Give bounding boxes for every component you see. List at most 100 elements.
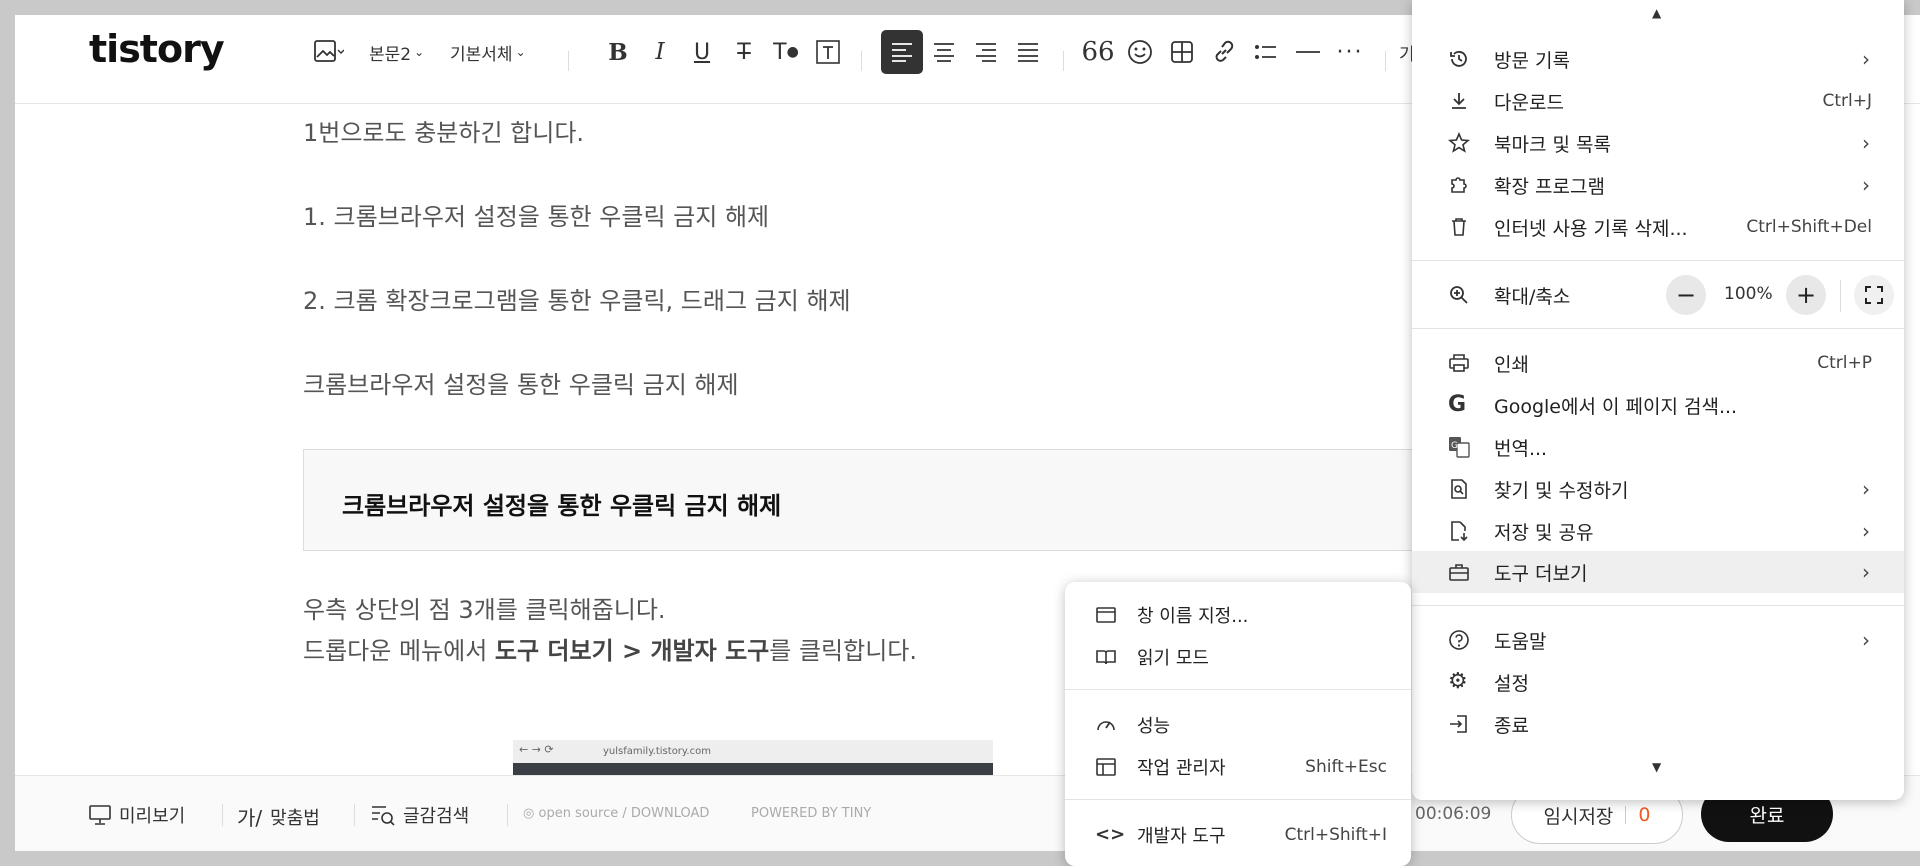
content-line: 1. 크롬브라우저 설정을 통한 우클릭 금지 해제: [303, 203, 770, 231]
browser-menu: ▲ 방문 기록 › 다운로드 Ctrl+J 북마크 및 목록 › 확장 프로그램…: [1412, 0, 1904, 800]
address-text: yulsfamily.tistory.com: [603, 746, 711, 757]
menu-label: 개발자 도구: [1137, 826, 1226, 847]
preview-label: 미리보기: [119, 806, 186, 827]
save-page-icon: [1451, 521, 1468, 542]
menu-item-save-share[interactable]: 저장 및 공유 ›: [1412, 510, 1904, 552]
help-icon: [1449, 630, 1469, 650]
menu-item-bookmarks[interactable]: 북마크 및 목록 ›: [1412, 122, 1904, 164]
menu-label: 작업 관리자: [1137, 758, 1226, 779]
toolbox-icon: [1449, 564, 1469, 581]
menu-label: 도구 더보기: [1494, 562, 1588, 585]
submenu-item-reading-mode[interactable]: 읽기 모드: [1065, 636, 1411, 678]
book-icon: [1096, 650, 1116, 665]
submenu-item-dev-tools[interactable]: <> 개발자 도구 Ctrl+Shift+I: [1065, 814, 1411, 856]
menu-item-google-search[interactable]: G Google에서 이 페이지 검색...: [1412, 384, 1904, 426]
scroll-up-icon[interactable]: ▲: [1652, 6, 1661, 20]
strikethrough-icon[interactable]: T: [727, 35, 761, 69]
align-left-icon[interactable]: [881, 30, 923, 74]
underline-icon[interactable]: U: [685, 35, 719, 69]
tistory-logo[interactable]: tistory: [89, 27, 225, 71]
spellcheck-label: 맞춤법: [270, 807, 320, 829]
menu-label: 도움말: [1494, 630, 1547, 653]
text-color-icon[interactable]: T ●: [769, 35, 803, 69]
menu-shortcut: Shift+Esc: [1305, 757, 1387, 777]
menu-shortcut: Ctrl+Shift+I: [1284, 825, 1387, 845]
menu-label: 번역...: [1494, 437, 1548, 460]
emoji-icon[interactable]: [1123, 35, 1157, 69]
quote-icon[interactable]: 66: [1081, 35, 1115, 69]
menu-label: 확대/축소: [1494, 285, 1571, 308]
menu-item-help[interactable]: 도움말 ›: [1412, 619, 1904, 661]
menu-item-more-tools[interactable]: 도구 더보기 ›: [1412, 551, 1904, 593]
align-justify-icon[interactable]: [1011, 35, 1045, 69]
spellcheck-icon: 가/: [237, 806, 263, 830]
zoom-value: 100%: [1724, 284, 1773, 304]
gear-icon: ⚙: [1448, 669, 1468, 694]
menu-item-find[interactable]: 찾기 및 수정하기 ›: [1412, 468, 1904, 510]
content-line: 드롭다운 메뉴에서 도구 더보기 > 개발자 도구를 클릭합니다.: [303, 631, 917, 666]
list-icon[interactable]: [1249, 35, 1283, 69]
insert-image-button[interactable]: [307, 35, 351, 69]
align-right-icon[interactable]: [969, 35, 1003, 69]
search-list-icon: [372, 806, 395, 826]
puzzle-icon: [1451, 177, 1467, 193]
italic-icon[interactable]: I: [643, 35, 677, 69]
menu-item-history[interactable]: 방문 기록 ›: [1412, 38, 1904, 80]
paragraph-style-value: 본문2: [369, 44, 412, 65]
horizontal-rule-icon[interactable]: [1291, 35, 1325, 69]
zoom-icon: [1450, 286, 1468, 304]
fullscreen-button[interactable]: [1854, 275, 1894, 315]
zoom-in-button[interactable]: +: [1786, 275, 1826, 315]
browser-nav-icon: ← → ⟳: [519, 743, 554, 756]
printer-icon: [1449, 354, 1469, 372]
menu-shortcut: Ctrl+Shift+Del: [1746, 217, 1872, 237]
table-icon[interactable]: [1165, 35, 1199, 69]
text-background-icon[interactable]: [813, 35, 843, 69]
menu-label: 북마크 및 목록: [1494, 133, 1611, 156]
menu-item-downloads[interactable]: 다운로드 Ctrl+J: [1412, 80, 1904, 122]
spellcheck-button[interactable]: 가/ 맞춤법: [237, 802, 320, 831]
submenu-item-performance[interactable]: 성능: [1065, 704, 1411, 746]
menu-item-translate[interactable]: G 번역...: [1412, 426, 1904, 468]
exit-icon: [1450, 715, 1467, 733]
menu-label: 다운로드: [1494, 91, 1564, 114]
temp-save-label: 임시저장: [1543, 805, 1614, 828]
bold-icon[interactable]: B: [601, 35, 635, 69]
menu-label: 방문 기록: [1494, 49, 1570, 72]
scroll-down-icon[interactable]: ▼: [1652, 760, 1661, 774]
link-icon[interactable]: [1207, 35, 1241, 69]
menu-label: 창 이름 지정...: [1137, 606, 1249, 627]
menu-item-print[interactable]: 인쇄 Ctrl+P: [1412, 342, 1904, 384]
chevron-right-icon: ›: [1862, 131, 1870, 155]
align-center-icon[interactable]: [927, 35, 961, 69]
menu-item-extensions[interactable]: 확장 프로그램 ›: [1412, 164, 1904, 206]
menu-item-clear-data[interactable]: 인터넷 사용 기록 삭제... Ctrl+Shift+Del: [1412, 206, 1904, 248]
chevron-right-icon: ›: [1862, 173, 1870, 197]
content-line: 2. 크롬 확장크로그램을 통한 우클릭, 드래그 금지 해제: [303, 287, 851, 315]
opensource-label: open source / DOWNLOAD: [538, 806, 710, 821]
autosave-timer: 00:06:09: [1415, 804, 1492, 824]
content-search-button[interactable]: 글감검색: [371, 802, 469, 828]
bold-text-run: 도구 더보기 > 개발자 도구: [494, 637, 770, 665]
menu-item-exit[interactable]: 종료: [1412, 703, 1904, 745]
opensource-link[interactable]: ◎ open source / DOWNLOAD: [523, 806, 709, 821]
quote-text: 크롬브라우저 설정을 통한 우클릭 금지 해제: [342, 492, 782, 520]
more-options-icon[interactable]: ···: [1333, 35, 1367, 69]
menu-item-settings[interactable]: ⚙ 설정: [1412, 661, 1904, 703]
image-icon: [314, 40, 344, 62]
chevron-right-icon: ›: [1862, 47, 1870, 71]
font-dropdown[interactable]: 기본서체 ⌄: [450, 35, 526, 69]
paragraph-style-dropdown[interactable]: 본문2 ⌄: [369, 35, 424, 69]
submenu-item-task-manager[interactable]: 작업 관리자 Shift+Esc: [1065, 746, 1411, 788]
zoom-out-button[interactable]: −: [1666, 275, 1706, 315]
text-run: 를 클릭합니다.: [769, 637, 917, 665]
translate-icon: G: [1449, 437, 1470, 458]
window-icon: [1096, 607, 1116, 623]
preview-button[interactable]: 미리보기: [89, 802, 185, 828]
task-manager-icon: [1096, 758, 1116, 776]
submenu-item-name-window[interactable]: 창 이름 지정...: [1065, 594, 1411, 636]
speedometer-icon: [1097, 721, 1115, 731]
menu-item-zoom: 확대/축소: [1412, 274, 1904, 316]
text-run: 드롭다운 메뉴에서: [303, 637, 495, 665]
menu-shortcut: Ctrl+P: [1817, 353, 1872, 373]
